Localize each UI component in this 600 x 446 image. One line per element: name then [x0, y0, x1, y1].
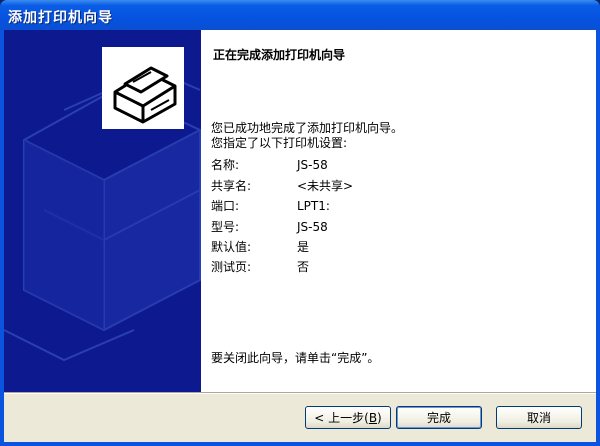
- back-button-suffix: ): [377, 410, 382, 425]
- setting-value: <未共享>: [297, 179, 354, 193]
- wizard-sidebar: [4, 30, 201, 392]
- window-title: 添加打印机向导: [8, 10, 113, 26]
- back-button[interactable]: < 上一步(B): [305, 406, 391, 429]
- intro-line-1: 您已成功地完成了添加打印机向导。: [211, 121, 404, 135]
- setting-value: JS-58: [297, 158, 328, 172]
- closing-instruction: 要关闭此向导，请单击“完成”。: [211, 351, 380, 365]
- cancel-button[interactable]: 取消: [496, 406, 582, 429]
- window-frame-right: [596, 30, 600, 446]
- setting-value: LPT1:: [297, 199, 330, 213]
- title-bar[interactable]: 添加打印机向导: [0, 0, 600, 30]
- setting-label: 默认值:: [211, 240, 252, 254]
- back-button-prefix: < 上一步(: [314, 411, 369, 425]
- setting-value: JS-58: [297, 220, 328, 234]
- button-separator: [4, 392, 596, 394]
- printer-watermark-icon: [4, 47, 201, 362]
- setting-label: 名称:: [211, 158, 240, 172]
- window-frame-bottom: [0, 442, 600, 446]
- intro-line-2: 您指定了以下打印机设置:: [211, 136, 348, 150]
- wizard-client-area: 正在完成添加打印机向导 您已成功地完成了添加打印机向导。 您指定了以下打印机设置…: [4, 30, 596, 442]
- finish-button[interactable]: 完成: [396, 406, 482, 429]
- setting-label: 共享名:: [211, 179, 252, 193]
- setting-label: 测试页:: [211, 260, 252, 274]
- page-heading: 正在完成添加打印机向导: [213, 48, 346, 62]
- setting-value: 否: [297, 260, 310, 274]
- wizard-window: 添加打印机向导 正在完成添加打印机向导 您已成功地完成了添加打印机向导。 您指定…: [0, 0, 600, 446]
- setting-label: 端口:: [211, 199, 240, 213]
- wizard-content: 正在完成添加打印机向导 您已成功地完成了添加打印机向导。 您指定了以下打印机设置…: [201, 30, 596, 392]
- setting-label: 型号:: [211, 220, 240, 234]
- back-button-accesskey: B: [368, 410, 378, 425]
- setting-value: 是: [297, 240, 310, 254]
